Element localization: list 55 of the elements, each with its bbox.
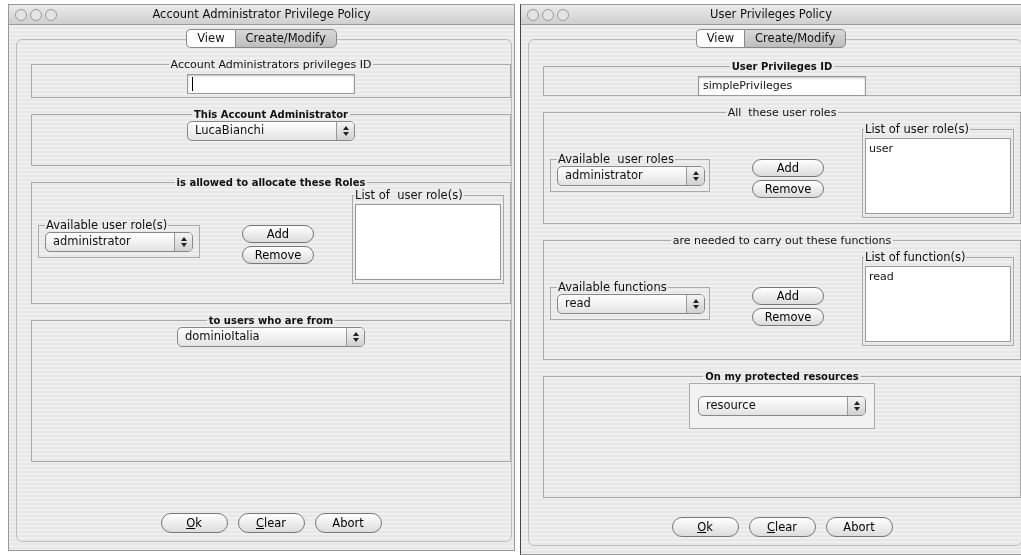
group-title: On my protected resources [704, 370, 860, 383]
stepper-arrows-icon [180, 237, 187, 247]
group-title: List of function(s) [864, 251, 967, 264]
stepper-arrows-icon [853, 401, 860, 411]
group-title: Available functions [557, 281, 668, 294]
stepper-arrows-icon [352, 332, 359, 342]
window-control-button[interactable] [542, 8, 554, 21]
dropdown[interactable]: administrator [45, 232, 193, 252]
window-control-button[interactable] [527, 8, 539, 21]
push-button[interactable]: Clear [237, 513, 305, 533]
tab[interactable]: Create/Modify [234, 29, 337, 48]
push-button[interactable]: Add [752, 287, 824, 305]
dropdown[interactable]: LucaBianchi [187, 121, 355, 141]
group-title: Available user roles [557, 153, 675, 166]
push-button[interactable]: Add [752, 159, 824, 177]
dropdown[interactable]: dominioItalia [177, 327, 365, 347]
dropdown[interactable]: administrator [557, 166, 705, 186]
push-button[interactable]: Abort [314, 513, 382, 533]
group-title: This Account Administrator [192, 108, 350, 121]
push-button[interactable]: Remove [242, 245, 314, 264]
push-button[interactable]: Ok [671, 517, 739, 537]
stepper-arrows-icon [342, 126, 349, 136]
tab[interactable]: Create/Modify [744, 29, 847, 48]
text-field[interactable]: simplePrivileges [698, 76, 866, 96]
group-title: List of user role(s) [864, 123, 970, 136]
window-title: User Privileges Policy [709, 5, 833, 23]
window-control-button[interactable] [15, 8, 27, 21]
text-cursor [192, 77, 193, 91]
group-title: is allowed to allocate these Roles [175, 176, 367, 189]
tab[interactable]: View [186, 29, 235, 48]
group-title: Available user role(s) [45, 219, 169, 232]
group-title: Account Administrators privileges ID [169, 58, 373, 71]
push-button[interactable]: Remove [752, 179, 824, 198]
window-control-button[interactable] [557, 8, 569, 21]
dropdown[interactable]: read [557, 294, 705, 314]
list-item[interactable]: read [869, 269, 1007, 286]
push-button[interactable]: Clear [748, 517, 816, 537]
group-title: List of user role(s) [354, 189, 464, 202]
push-button[interactable]: Abort [825, 517, 893, 537]
stepper-arrows-icon [692, 171, 699, 181]
group-title: All these user roles [726, 106, 838, 119]
window-control-button[interactable] [30, 8, 42, 21]
push-button[interactable]: Ok [160, 513, 228, 533]
push-button[interactable]: Remove [752, 307, 824, 326]
tab[interactable]: View [695, 29, 745, 48]
window-title: Account Administrator Privilege Policy [151, 5, 372, 23]
group-title: User Privileges ID [730, 60, 834, 73]
stepper-arrows-icon [692, 299, 699, 309]
group-title: to users who are from [207, 314, 335, 327]
list-item[interactable]: user [869, 141, 1007, 158]
text-field[interactable] [187, 74, 355, 94]
push-button[interactable]: Add [242, 225, 314, 243]
dropdown[interactable]: resource [698, 396, 866, 416]
group-title: are needed to carry out these functions [671, 234, 893, 247]
window-control-button[interactable] [45, 8, 57, 21]
